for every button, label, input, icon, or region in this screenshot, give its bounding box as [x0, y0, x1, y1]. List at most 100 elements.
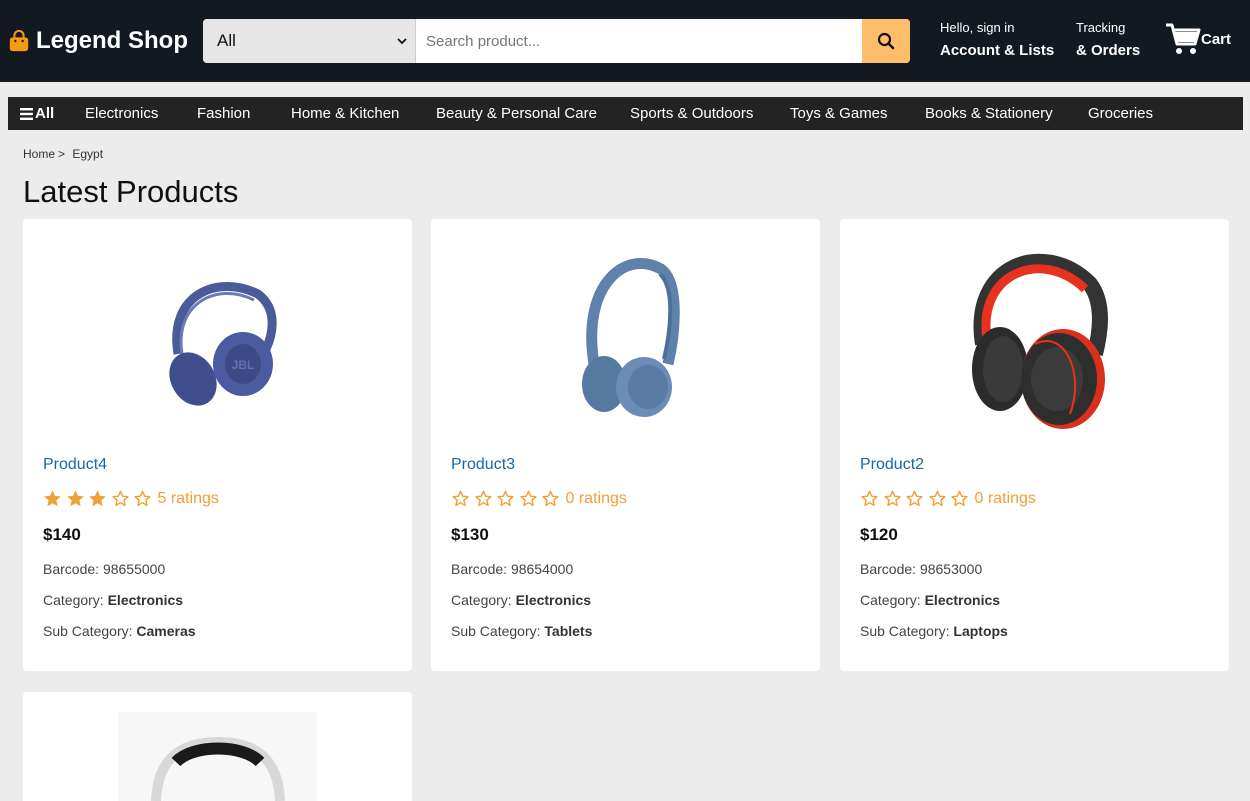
product-barcode: Barcode: 98653000 — [860, 561, 982, 577]
star-empty-icon — [542, 490, 559, 507]
barcode-label: Barcode: — [860, 561, 917, 577]
breadcrumb-current: Egypt — [72, 147, 104, 161]
subcategory-value: Laptops — [953, 623, 1008, 639]
account-label: Account & Lists — [940, 42, 1055, 59]
product-card[interactable]: JBL Product4 5 ratings $140 Barcode: 986… — [23, 219, 412, 671]
subcategory-value: Cameras — [136, 623, 196, 639]
product-price: $120 — [860, 525, 898, 544]
product-image[interactable] — [431, 219, 820, 449]
star-empty-icon — [883, 490, 901, 507]
search-category-value: All — [217, 31, 236, 50]
product-subcategory: Sub Category: Laptops — [860, 623, 1008, 639]
product-price: $130 — [451, 525, 489, 544]
page-title: Latest Products — [23, 174, 239, 209]
star-empty-icon — [474, 490, 492, 507]
star-empty-icon — [951, 490, 968, 507]
product-subcategory: Sub Category: Tablets — [451, 623, 592, 639]
product-barcode: Barcode: 98654000 — [451, 561, 573, 577]
subcategory-label: Sub Category: — [860, 623, 950, 639]
subcategory-label: Sub Category: — [451, 623, 541, 639]
product-category: Category: Electronics — [451, 592, 591, 608]
breadcrumb-home[interactable]: Home — [23, 147, 55, 161]
chevron-down-icon — [397, 38, 407, 45]
orders-link[interactable]: Tracking & Orders — [1076, 20, 1140, 59]
all-menu-label: All — [35, 105, 55, 122]
star-filled-icon — [66, 490, 84, 507]
search-button[interactable] — [862, 19, 910, 63]
white-headphones-icon — [151, 736, 285, 801]
nav-item-fashion[interactable]: Fashion — [197, 105, 250, 122]
nav-item-beauty[interactable]: Beauty & Personal Care — [436, 105, 597, 122]
product-barcode: Barcode: 98655000 — [43, 561, 165, 577]
star-filled-icon — [44, 490, 61, 507]
product-category: Category: Electronics — [860, 592, 1000, 608]
svg-text:JBL: JBL — [231, 358, 254, 372]
barcode-label: Barcode: — [451, 561, 508, 577]
category-nav: All Electronics Fashion Home & Kitchen B… — [8, 97, 1243, 130]
subcategory-label: Sub Category: — [43, 623, 133, 639]
star-filled-icon — [89, 490, 106, 507]
product-subcategory: Sub Category: Cameras — [43, 623, 196, 639]
orders-label: & Orders — [1076, 42, 1141, 59]
nav-item-books[interactable]: Books & Stationery — [925, 105, 1053, 122]
product-rating[interactable]: 0 ratings — [451, 489, 627, 508]
shopping-bag-icon — [9, 30, 29, 52]
top-header: Legend Shop All Hello, sign in Account &… — [0, 0, 1250, 82]
breadcrumb: Home > Egypt — [23, 147, 103, 161]
star-empty-icon — [906, 490, 923, 507]
product-card[interactable]: Product3 0 ratings $130 Barcode: 9865400… — [431, 219, 820, 671]
nav-item-sports[interactable]: Sports & Outdoors — [630, 105, 753, 122]
category-label: Category: — [43, 592, 104, 608]
product-name[interactable]: Product2 — [860, 456, 924, 474]
subcategory-value: Tablets — [544, 623, 593, 639]
barcode-value: 98655000 — [102, 561, 166, 577]
product-image[interactable] — [118, 712, 317, 801]
account-lists-link[interactable]: Hello, sign in Account & Lists — [940, 20, 1054, 59]
product-rating[interactable]: 5 ratings — [43, 489, 219, 508]
all-menu-button[interactable]: All — [20, 105, 54, 122]
account-greeting: Hello, sign in — [940, 20, 1015, 35]
product-price: $140 — [43, 525, 81, 544]
product-category: Category: Electronics — [43, 592, 183, 608]
red-black-headphones-icon — [971, 253, 1108, 429]
star-empty-icon — [519, 490, 537, 507]
category-label: Category: — [451, 592, 512, 608]
light-blue-headphones-icon — [581, 258, 680, 417]
product-image[interactable] — [840, 219, 1229, 449]
rating-count: 0 ratings — [565, 489, 627, 507]
product-card[interactable] — [23, 692, 412, 801]
orders-small-label: Tracking — [1076, 20, 1126, 35]
star-empty-icon — [861, 490, 878, 507]
cart-icon — [1166, 23, 1201, 54]
category-value: Electronics — [107, 592, 184, 608]
search-input[interactable] — [416, 19, 862, 63]
category-value: Electronics — [515, 592, 592, 608]
search-icon — [877, 32, 895, 50]
category-value: Electronics — [924, 592, 1001, 608]
nav-item-toys[interactable]: Toys & Games — [790, 105, 888, 122]
search-bar: All — [203, 19, 910, 63]
product-image[interactable]: JBL — [23, 219, 412, 449]
barcode-value: 98653000 — [919, 561, 983, 577]
hamburger-icon — [20, 107, 33, 120]
star-empty-icon — [111, 490, 129, 507]
product-rating[interactable]: 0 ratings — [860, 489, 1036, 508]
star-empty-icon — [452, 490, 469, 507]
nav-item-home-kitchen[interactable]: Home & Kitchen — [291, 105, 399, 122]
cart-button[interactable]: Cart — [1165, 22, 1231, 56]
rating-count: 5 ratings — [157, 489, 219, 507]
product-card[interactable]: Product2 0 ratings $120 Barcode: 9865300… — [840, 219, 1229, 671]
nav-item-electronics[interactable]: Electronics — [85, 105, 158, 122]
nav-item-groceries[interactable]: Groceries — [1088, 105, 1153, 122]
star-empty-icon — [134, 490, 151, 507]
product-name[interactable]: Product4 — [43, 456, 107, 474]
barcode-label: Barcode: — [43, 561, 100, 577]
rating-count: 0 ratings — [974, 489, 1036, 507]
blue-headphones-icon: JBL — [168, 282, 277, 406]
logo[interactable]: Legend Shop — [8, 26, 188, 56]
product-name[interactable]: Product3 — [451, 456, 515, 474]
search-category-select[interactable]: All — [203, 19, 416, 63]
barcode-value: 98654000 — [510, 561, 574, 577]
category-label: Category: — [860, 592, 921, 608]
star-empty-icon — [497, 490, 514, 507]
